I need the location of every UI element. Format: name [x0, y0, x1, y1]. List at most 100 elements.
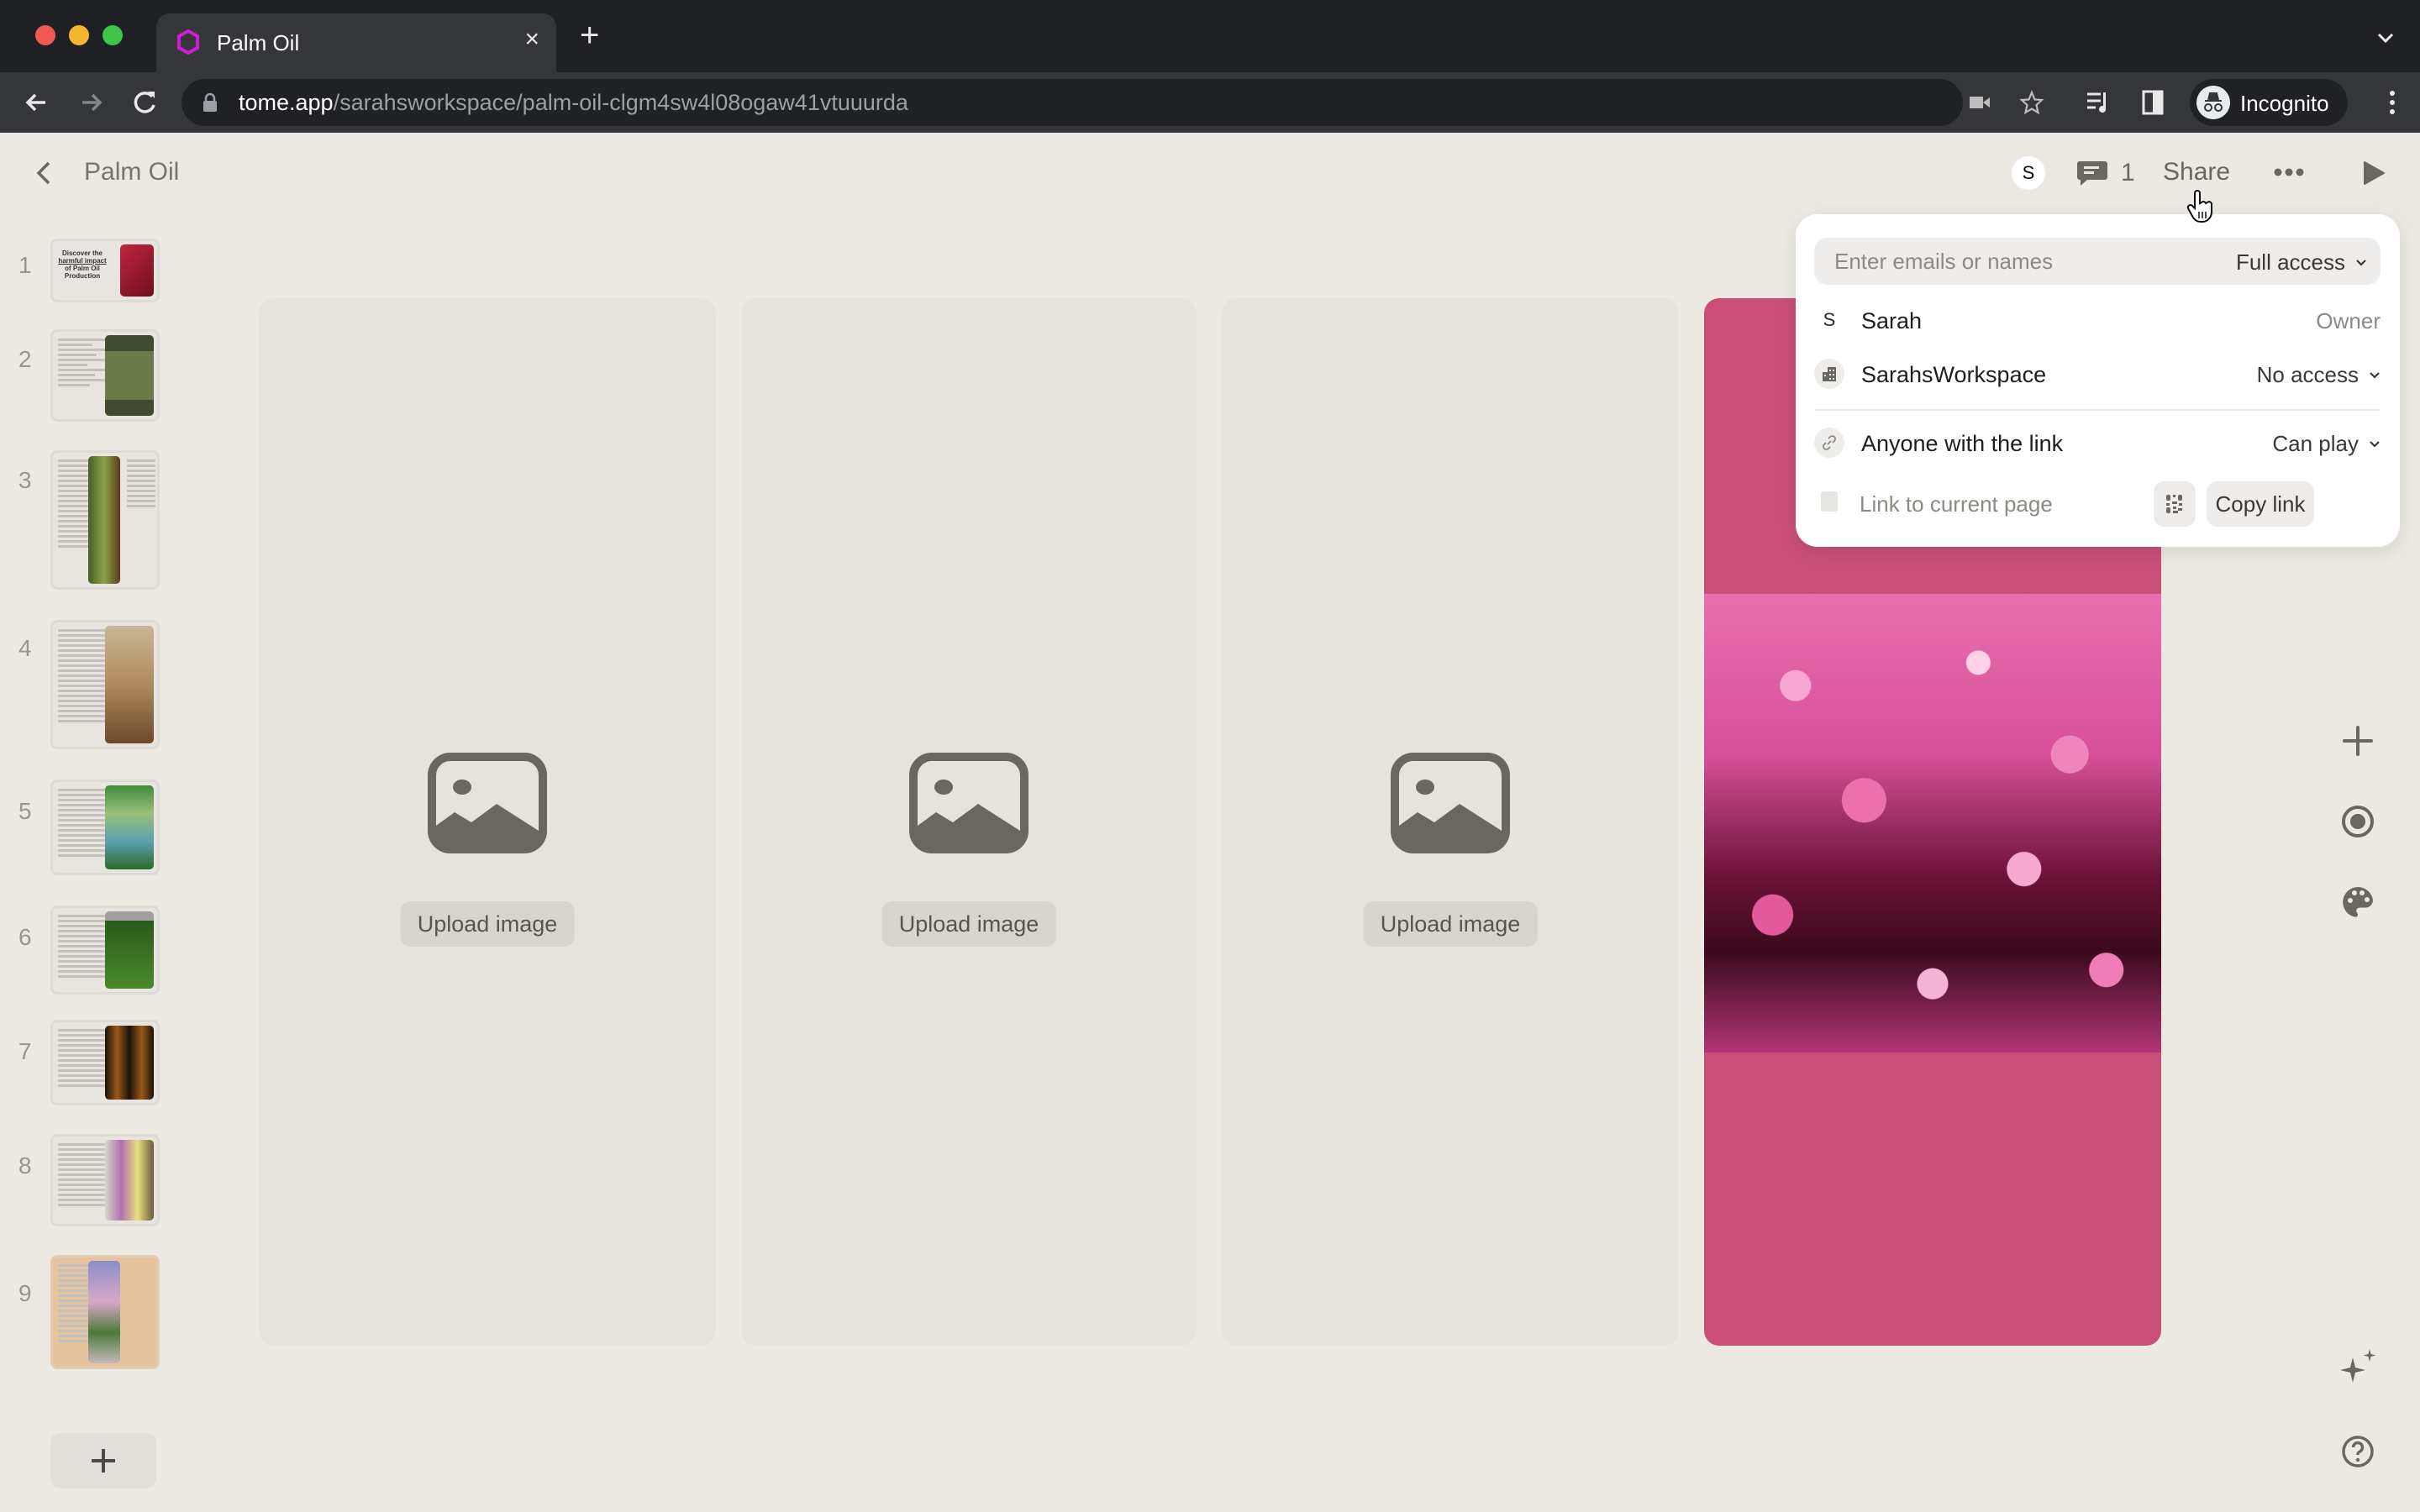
slide-preview [50, 780, 160, 875]
new-tab-button[interactable]: + [580, 18, 599, 52]
bookmark-star-icon[interactable] [2018, 89, 2045, 116]
chevron-down-icon [2356, 259, 2366, 266]
link-to-current-page-label: Link to current page [1860, 491, 2053, 517]
window-close-button[interactable] [35, 25, 55, 45]
more-options-icon[interactable] [2272, 161, 2306, 183]
media-control-icon[interactable] [2084, 87, 2114, 118]
image-placeholder-icon [909, 753, 1028, 853]
invite-access-dropdown[interactable]: Full access [2236, 249, 2367, 276]
window-zoom-button[interactable] [103, 25, 123, 45]
incognito-label: Incognito [2240, 91, 2329, 116]
upload-image-button[interactable]: Upload image [881, 901, 1056, 947]
slide-preview-image [88, 456, 120, 584]
add-slide-button[interactable] [50, 1433, 156, 1488]
help-icon[interactable] [2341, 1435, 2375, 1468]
link-access-value: Can play [2272, 431, 2359, 456]
slide-preview [50, 329, 160, 422]
link-access-dropdown[interactable]: Can play [2272, 431, 2381, 457]
hand-cursor-icon [2186, 190, 2212, 223]
lock-icon [203, 92, 217, 112]
record-icon[interactable] [2341, 805, 2375, 838]
invite-email-input[interactable] [1814, 238, 2209, 285]
slide-preview-text [58, 915, 107, 980]
browser-menu-icon[interactable] [2386, 89, 2398, 116]
comment-icon [2077, 161, 2107, 186]
qr-code-button[interactable] [2154, 481, 2196, 527]
slide-preview: Discover the harmful impact of Palm Oil … [50, 239, 160, 302]
side-panel-icon[interactable] [2138, 87, 2168, 118]
slide-preview-image [88, 1261, 120, 1363]
member-initial: S [1823, 309, 1836, 330]
comments-button[interactable]: 1 [2075, 156, 2135, 190]
back-arrow-icon[interactable] [18, 84, 55, 121]
slide-number: 5 [18, 798, 32, 824]
slide-preview-text [127, 459, 155, 510]
browser-tab-active[interactable]: Palm Oil × [156, 13, 556, 72]
slide-preview-image [105, 335, 154, 416]
window-minimize-button[interactable] [69, 25, 89, 45]
slide-preview-image [105, 626, 154, 743]
comment-count: 1 [2121, 159, 2135, 186]
document-title[interactable]: Palm Oil [84, 158, 179, 186]
slide-preview-text [58, 339, 107, 389]
browser-toolbar: tome.app/sarahsworkspace/palm-oil-clgm4s… [0, 72, 2420, 133]
upload-image-button[interactable]: Upload image [400, 901, 575, 947]
add-content-icon[interactable] [2341, 724, 2375, 758]
workspace-access-value: No access [2256, 362, 2359, 387]
slide-preview-text [58, 1264, 90, 1345]
address-bar[interactable]: tome.app/sarahsworkspace/palm-oil-clgm4s… [182, 79, 2044, 126]
link-access-label: Anyone with the link [1861, 431, 2064, 456]
slide-number: 6 [18, 924, 32, 950]
slide-preview [50, 906, 160, 995]
incognito-icon [2196, 86, 2230, 119]
image-placeholder-card[interactable]: Upload image [1222, 298, 1679, 1346]
building-icon [1814, 359, 1844, 389]
image-placeholder-icon [428, 753, 547, 853]
share-popover: Full access S Sarah Owner SarahsWorkspac… [1796, 214, 2400, 547]
camera-blocked-icon[interactable] [1966, 89, 1993, 116]
slide-preview-text [58, 629, 107, 725]
slide-number: 3 [18, 467, 32, 493]
link-to-current-page-checkbox[interactable] [1821, 491, 1838, 512]
workspace-access-dropdown[interactable]: No access [2257, 362, 2381, 388]
ai-sparkle-icon[interactable] [2338, 1347, 2378, 1388]
tab-close-icon[interactable]: × [524, 25, 539, 54]
palette-theme-icon[interactable] [2341, 885, 2375, 919]
image-placeholder-card[interactable]: Upload image [259, 298, 716, 1346]
tab-search-chevron-icon[interactable] [2373, 25, 2398, 50]
share-button[interactable]: Share [2163, 158, 2230, 186]
slide-preview [50, 450, 160, 590]
slide-preview [50, 1255, 160, 1369]
slide-preview-text [58, 459, 88, 550]
browser-tab-bar: Palm Oil × + [0, 0, 2420, 72]
member-row-workspace: SarahsWorkspace No access [1814, 354, 2381, 394]
slide-preview [50, 1020, 160, 1105]
link-icon [1814, 428, 1844, 458]
copy-link-button[interactable]: Copy link [2207, 481, 2314, 527]
slide-number: 4 [18, 635, 32, 661]
chevron-down-icon [2370, 371, 2380, 379]
link-access-row: Anyone with the link Can play [1814, 423, 2381, 463]
slide-preview-image [120, 244, 154, 297]
divider [1814, 409, 2381, 411]
invite-field: Full access [1814, 238, 2381, 285]
image-placeholder-icon [1391, 753, 1510, 853]
image-placeholder-card[interactable]: Upload image [741, 298, 1197, 1346]
slide-preview-text [58, 1143, 107, 1209]
tab-title: Palm Oil [217, 30, 300, 55]
slide-number: 9 [18, 1280, 32, 1306]
url-text[interactable]: tome.app/sarahsworkspace/palm-oil-clgm4s… [239, 90, 908, 116]
upload-image-button[interactable]: Upload image [1363, 901, 1538, 947]
back-chevron-icon[interactable] [30, 158, 57, 188]
user-avatar[interactable]: S [2012, 156, 2045, 190]
slide-number: 2 [18, 346, 32, 372]
forward-arrow-icon[interactable] [72, 84, 109, 121]
incognito-profile-button[interactable]: Incognito [2190, 79, 2348, 126]
member-name: Sarah [1861, 308, 1923, 333]
reload-icon[interactable] [126, 84, 163, 121]
present-play-icon[interactable] [2361, 160, 2386, 186]
chevron-down-icon [2370, 440, 2380, 448]
slide-preview [50, 620, 160, 749]
slide-preview-image [105, 1026, 154, 1100]
workspace-name: SarahsWorkspace [1861, 362, 2047, 387]
